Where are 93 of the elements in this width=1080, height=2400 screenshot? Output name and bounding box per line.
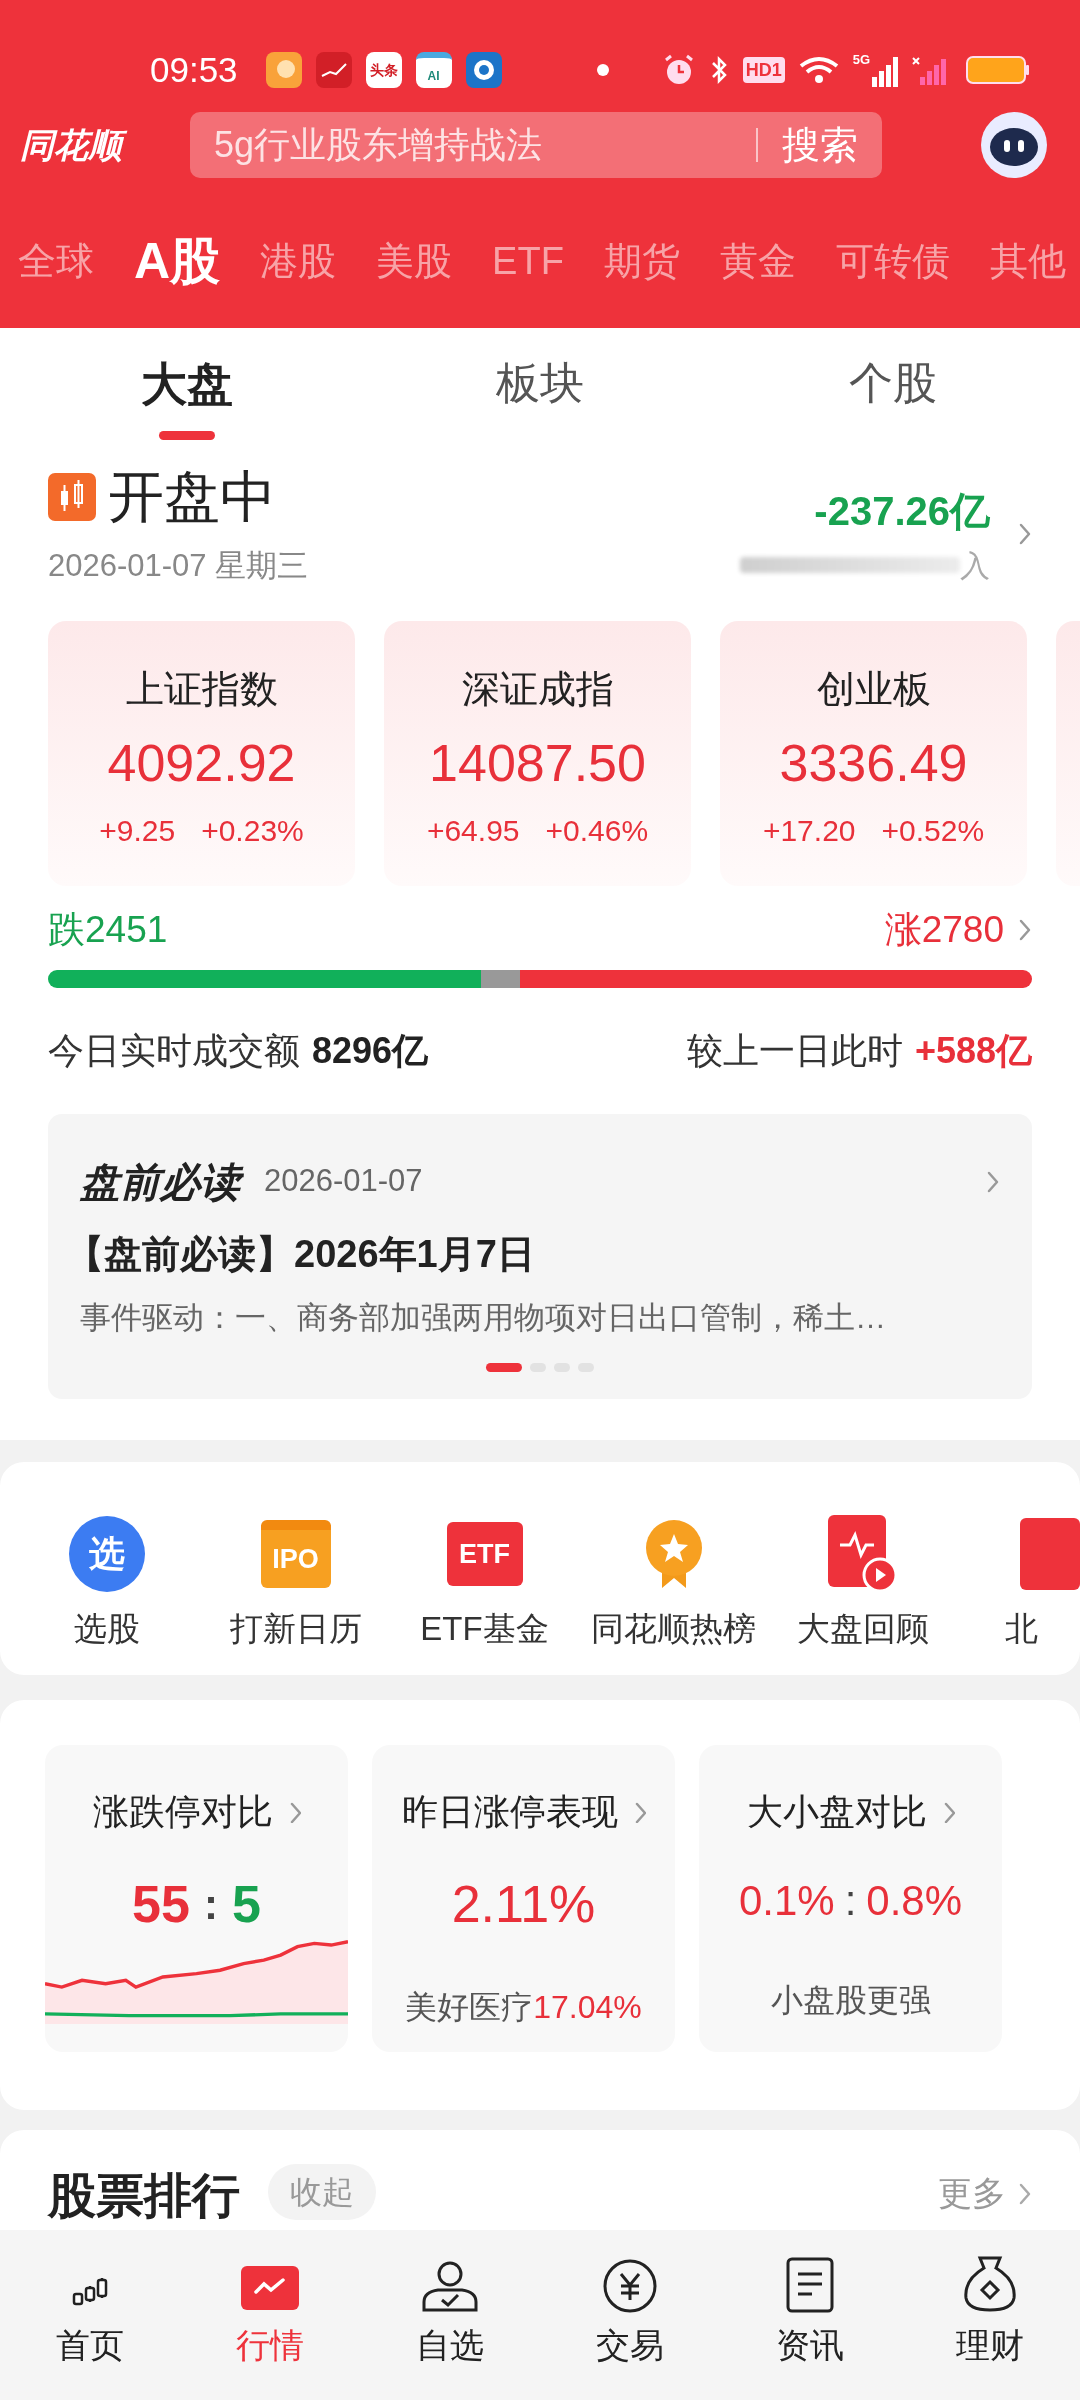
chevron-right-icon[interactable] xyxy=(986,1169,1000,1194)
app-notification-icon xyxy=(265,52,302,88)
dot-icon xyxy=(596,64,609,76)
shortcut-item[interactable]: ETF ETF基金 xyxy=(390,1462,579,1675)
index-percent: +0.23% xyxy=(201,813,304,849)
performance-value: 2.11% xyxy=(451,1874,596,1935)
app-logo: 同花顺 xyxy=(20,119,180,171)
index-value: 14087.50 xyxy=(429,733,646,794)
chevron-right-icon[interactable] xyxy=(1018,917,1032,942)
market-tab[interactable]: A股 xyxy=(134,224,221,299)
news-date: 2026-01-07 xyxy=(264,1162,423,1201)
segment-tab[interactable]: 大盘 xyxy=(140,350,233,419)
news-card[interactable]: 盘前必读 2026-01-07 【盘前必读】2026年1月7日 事件驱动：一、商务部加强两用物项对日出口管制，稀土… xyxy=(48,1113,1032,1399)
chevron-right-icon[interactable] xyxy=(942,1801,955,1823)
section-title: 股票排行 xyxy=(48,2168,240,2224)
shortcut-item[interactable]: IPO 打新日历 xyxy=(201,1462,390,1675)
ratio-separator: : xyxy=(203,1879,218,1930)
chart-app-icon xyxy=(315,52,352,88)
session-status: 开盘中 xyxy=(108,464,276,530)
index-change: +9.25 xyxy=(99,813,176,849)
chevron-right-icon[interactable] xyxy=(288,1801,301,1823)
index-percent: +0.46% xyxy=(545,813,649,849)
index-change: +64.95 xyxy=(426,813,520,849)
battery-icon xyxy=(966,56,1030,84)
stat-title: 涨跌停对比 xyxy=(92,1790,273,1834)
index-card[interactable]: 深证成指 14087.50 +64.95 +0.46% xyxy=(384,621,691,886)
shortcut-item[interactable]: 选 选股 xyxy=(12,1462,201,1675)
app-notification-icon xyxy=(465,52,502,88)
limit-up-count: 55 xyxy=(132,1874,190,1935)
index-value: 4092.92 xyxy=(107,733,296,794)
money-bag-icon xyxy=(962,2254,1018,2314)
document-icon xyxy=(785,2256,835,2314)
shortcut-icon xyxy=(1020,1518,1080,1590)
medal-icon xyxy=(643,1518,704,1590)
small-cap-change: 0.8% xyxy=(866,1876,963,1926)
stat-title: 昨日涨停表现 xyxy=(401,1790,618,1834)
shortcut-item[interactable]: 同花顺热榜 xyxy=(579,1462,768,1675)
robot-assistant-icon[interactable] xyxy=(978,109,1050,181)
nav-tab[interactable]: 行情 xyxy=(180,2252,360,2400)
limit-down-count: 5 xyxy=(231,1874,261,1935)
stat-title: 大小盘对比 xyxy=(746,1790,927,1834)
app-notification-icon: 头条 xyxy=(365,52,402,88)
turnover-value: 8296亿 xyxy=(312,1028,429,1073)
nav-tab[interactable]: 资讯 xyxy=(720,2252,900,2400)
signal-icon xyxy=(912,55,946,85)
comparison-note: 小盘股更强 xyxy=(770,1981,931,2020)
nav-tab[interactable]: 交易 xyxy=(540,2252,720,2400)
net-flow-label: 入 xyxy=(960,547,990,584)
index-percent: +0.52% xyxy=(881,813,985,849)
shortcut-item[interactable]: 大盘回顾 xyxy=(768,1462,957,1675)
top-stock-note: 美好医疗17.04% xyxy=(405,1988,642,2027)
app-notification-icon: AI xyxy=(415,52,452,88)
falling-count: 跌2451 xyxy=(48,908,168,952)
index-change: +17.20 xyxy=(762,813,856,849)
chevron-right-icon[interactable] xyxy=(1018,522,1032,546)
ratio-separator: : xyxy=(844,1876,857,1926)
nav-tab[interactable]: 理财 xyxy=(900,2252,1080,2400)
nav-tab[interactable]: 首页 xyxy=(0,2252,180,2400)
stat-card[interactable]: 大小盘对比 0.1% : 0.8% 小盘股更强 xyxy=(699,1745,1002,2052)
page-indicator[interactable] xyxy=(486,1363,522,1372)
news-summary: 事件驱动：一、商务部加强两用物项对日出口管制，稀土… xyxy=(80,1298,887,1337)
nav-tab[interactable]: 自选 xyxy=(360,2252,540,2400)
chevron-right-icon[interactable] xyxy=(633,1801,646,1823)
index-card[interactable]: 上证指数 4092.92 +9.25 +0.23% xyxy=(48,621,355,886)
stat-card[interactable]: 涨跌停对比 55 : 5 xyxy=(45,1745,348,2052)
index-name: 上证指数 xyxy=(125,667,278,712)
turnover-label: 今日实时成交额 xyxy=(48,1028,300,1073)
stock-picker-icon: 选 xyxy=(68,1516,145,1592)
news-title: 【盘前必读】2026年1月7日 xyxy=(66,1231,536,1277)
segment-tab[interactable]: 个股 xyxy=(849,350,938,416)
index-value: 3336.49 xyxy=(779,733,968,794)
rising-count: 涨2780 xyxy=(884,908,1004,952)
comparison-label: 较上一日此时 xyxy=(686,1028,903,1073)
index-name: 创业板 xyxy=(816,667,931,712)
candlestick-icon xyxy=(48,473,96,521)
clock-time: 09:53 xyxy=(150,48,238,91)
hd-voice-icon: HD1 xyxy=(742,57,785,83)
wifi-icon xyxy=(798,55,839,85)
chevron-right-icon[interactable] xyxy=(1018,2181,1032,2206)
comparison-value: +588亿 xyxy=(914,1028,1032,1073)
net-flow-value: -237.26亿 xyxy=(814,487,990,535)
shortcut-item[interactable]: 北 xyxy=(957,1462,1080,1675)
yuan-icon xyxy=(602,2258,658,2314)
segment-tab[interactable]: 板块 xyxy=(496,350,584,416)
etf-icon: ETF xyxy=(446,1522,523,1586)
play-report-icon xyxy=(827,1515,898,1593)
index-card[interactable]: 创业板 3336.49 +17.20 +0.52% xyxy=(720,621,1027,886)
stat-card[interactable]: 昨日涨停表现 2.11% 美好医疗17.04% xyxy=(372,1745,675,2052)
alarm-icon xyxy=(662,54,695,86)
large-cap-change: 0.1% xyxy=(738,1876,835,1926)
calendar-icon: IPO xyxy=(260,1520,331,1588)
session-date: 2026-01-07 星期三 xyxy=(48,547,309,585)
index-name: 深证成指 xyxy=(461,667,614,712)
